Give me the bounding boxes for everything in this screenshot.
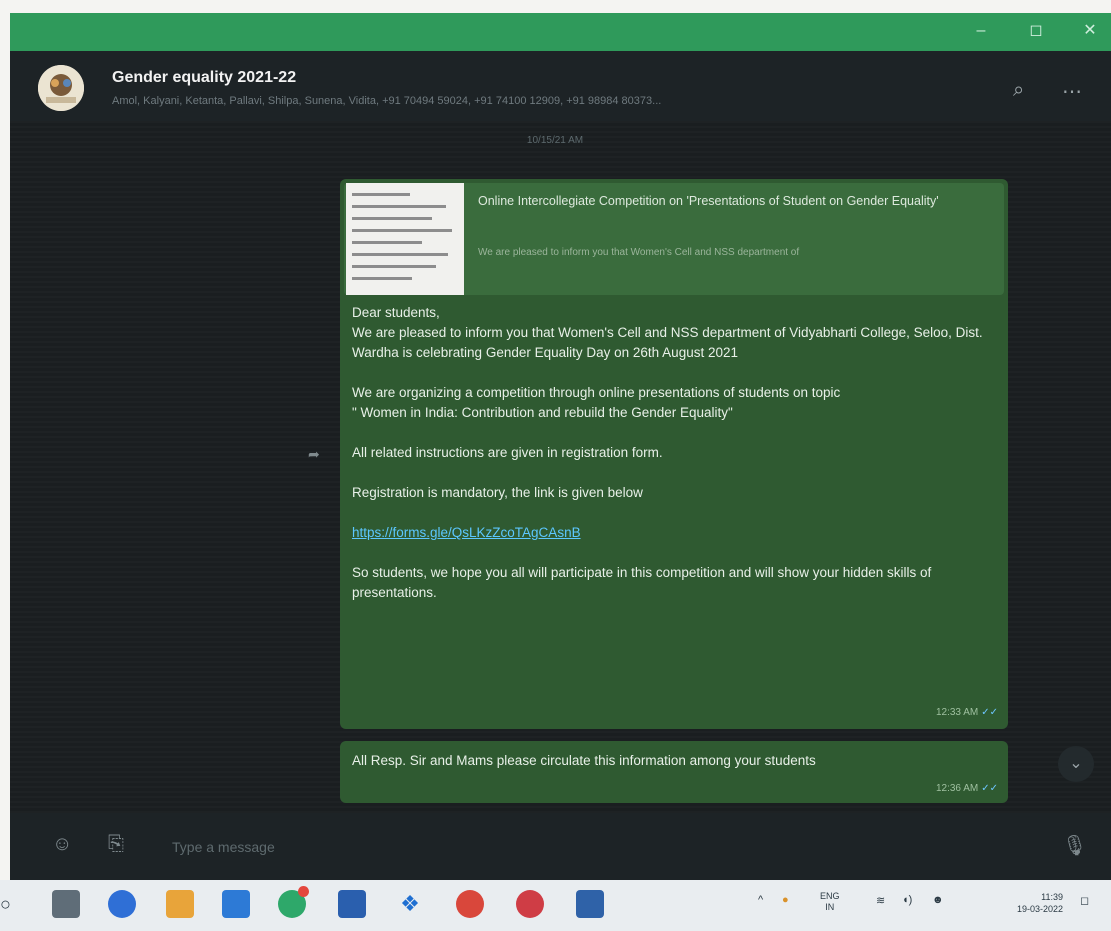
message-text: Dear students, We are pleased to inform …: [352, 303, 1002, 603]
double-check-icon: ✓✓: [981, 707, 998, 718]
message-paragraph: All related instructions are given in re…: [352, 445, 663, 460]
cortana-icon[interactable]: ○: [0, 890, 28, 918]
cloud-icon[interactable]: ●: [782, 894, 789, 906]
chevron-up-icon[interactable]: ^: [758, 894, 763, 906]
timestamp-text: 12:36 AM: [935, 783, 979, 794]
edge-icon[interactable]: [108, 890, 136, 918]
emoji-icon[interactable]: ☺: [52, 833, 72, 856]
language-indicator[interactable]: ENG IN: [820, 891, 840, 913]
file-explorer-icon[interactable]: [166, 890, 194, 918]
clock-date: 19-03-2022: [1016, 904, 1063, 914]
link-preview-description: We are pleased to inform you that Women'…: [478, 247, 800, 258]
message-paragraph: So students, we hope you all will partic…: [352, 565, 932, 600]
more-options-icon[interactable]: ⋯: [1062, 79, 1082, 104]
minimize-button[interactable]: –: [967, 19, 995, 43]
composer-bar: ☺ ⎘ 🎙: [10, 813, 1111, 880]
app-icon[interactable]: [576, 890, 604, 918]
link-preview-title: Online Intercollegiate Competition on 'P…: [478, 194, 939, 208]
volume-icon[interactable]: ◖): [902, 894, 912, 906]
message-greeting: Dear students,: [352, 305, 440, 320]
language-code: ENG: [820, 891, 840, 901]
message-paragraph: We are organizing a competition through …: [352, 385, 841, 400]
link-preview[interactable]: Online Intercollegiate Competition on 'P…: [344, 183, 1004, 295]
windows-taskbar: ○ ❖ ^ ● ENG IN ≋ ◖) ☻ 11:39 19-03-2022 ◻: [0, 880, 1111, 931]
word-icon[interactable]: [338, 890, 366, 918]
close-button[interactable]: ✕: [1076, 19, 1104, 43]
message-paragraph: Registration is mandatory, the link is g…: [352, 485, 643, 500]
clock-time: 11:39: [1041, 892, 1063, 902]
search-icon[interactable]: ⌕: [1013, 79, 1024, 102]
message-topic: " Women in India: Contribution and rebui…: [352, 405, 733, 420]
message-timestamp: 12:36 AM ✓✓: [936, 779, 998, 799]
whatsapp-icon[interactable]: [278, 886, 309, 918]
group-title[interactable]: Gender equality 2021-22: [112, 69, 296, 87]
date-separator: 10/15/21 AM: [526, 135, 584, 146]
chrome-icon[interactable]: [456, 890, 484, 918]
message-paragraph: We are pleased to inform you that Women'…: [352, 325, 983, 360]
double-check-icon: ✓✓: [981, 783, 998, 794]
message-timestamp: 12:33 AM ✓✓: [936, 703, 998, 723]
people-icon[interactable]: ☻: [932, 894, 944, 906]
message-list[interactable]: 10/15/21 AM ➦ Online Intercollegiate Com…: [10, 121, 1111, 813]
region-code: IN: [825, 902, 835, 912]
message-text: All Resp. Sir and Mams please circulate …: [352, 753, 816, 768]
chat-header[interactable]: Gender equality 2021-22 Amol, Kalyani, K…: [10, 51, 1111, 121]
scroll-to-bottom-button[interactable]: ⌄: [1058, 746, 1094, 782]
group-members: Amol, Kalyani, Ketanta, Pallavi, Shilpa,…: [112, 95, 662, 107]
notification-badge: [298, 886, 309, 897]
timestamp-text: 12:33 AM: [935, 707, 979, 718]
wifi-icon[interactable]: ≋: [876, 894, 885, 907]
task-view-icon[interactable]: [52, 890, 80, 918]
attach-icon[interactable]: ⎘: [108, 833, 124, 856]
message-bubble[interactable]: All Resp. Sir and Mams please circulate …: [340, 741, 1008, 803]
maximize-button[interactable]: ◻: [1022, 19, 1050, 43]
title-bar: – ◻ ✕: [10, 13, 1111, 51]
forward-icon[interactable]: ➦: [308, 446, 320, 463]
dropbox-icon[interactable]: ❖: [396, 890, 424, 918]
microphone-icon[interactable]: 🎙: [1062, 833, 1087, 858]
registration-link[interactable]: https://forms.gle/QsLKzZcoTAgCAsnB: [352, 525, 581, 540]
whatsapp-window: – ◻ ✕ Gender equality 2021-22 Amol, Kaly…: [10, 13, 1111, 880]
message-bubble[interactable]: Online Intercollegiate Competition on 'P…: [340, 179, 1008, 729]
system-clock[interactable]: 11:39 19-03-2022: [1015, 891, 1063, 915]
message-input[interactable]: [170, 833, 994, 861]
notification-center-icon[interactable]: ◻: [1080, 894, 1089, 907]
group-avatar[interactable]: [38, 65, 84, 111]
link-preview-thumbnail: [346, 183, 464, 295]
browser-icon[interactable]: [516, 890, 544, 918]
mail-icon[interactable]: [222, 890, 250, 918]
